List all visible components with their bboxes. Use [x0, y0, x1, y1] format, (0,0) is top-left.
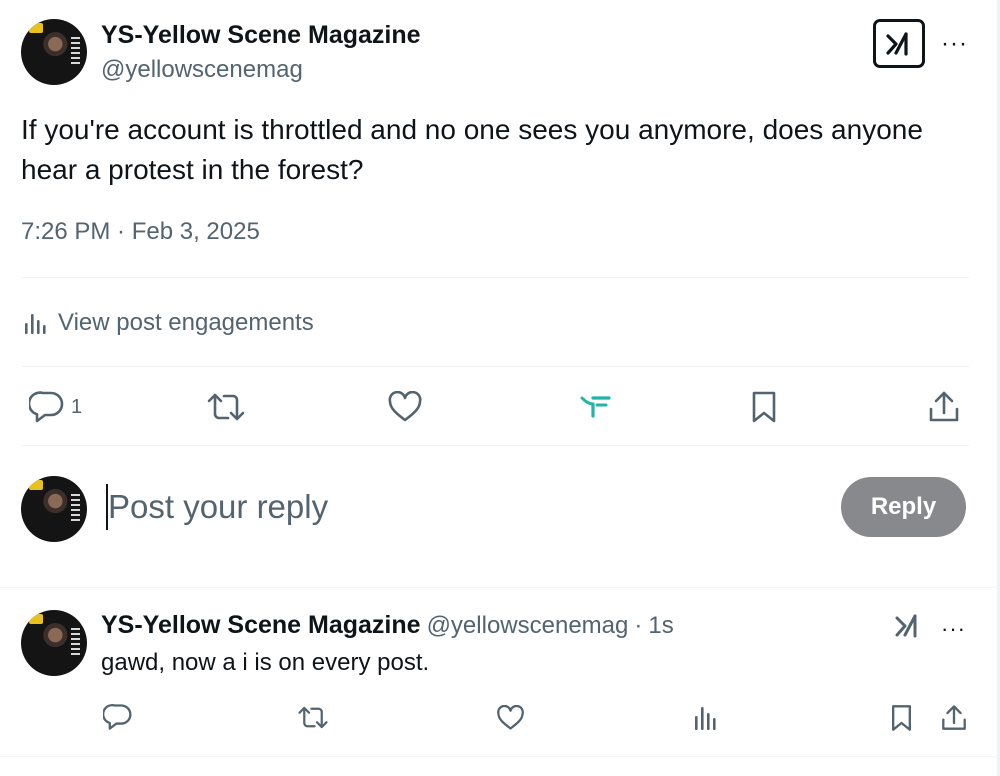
reply-repost-button[interactable] — [297, 704, 329, 731]
grok-alt-button[interactable] — [580, 394, 612, 418]
reply-icon — [29, 391, 64, 423]
bookmark-icon — [752, 391, 776, 423]
reply-header: YS-Yellow Scene Magazine @yellowscenemag… — [101, 611, 674, 640]
reply-author-name[interactable]: YS-Yellow Scene Magazine — [101, 611, 421, 640]
reply-input[interactable] — [106, 484, 666, 530]
share-icon — [942, 705, 966, 730]
more-options-icon[interactable]: ··· — [941, 32, 968, 56]
reply-button[interactable]: 1 — [29, 390, 82, 424]
like-button[interactable] — [387, 391, 423, 423]
like-icon — [497, 705, 524, 730]
reply-analytics-button[interactable] — [693, 704, 719, 732]
reply-text: gawd, now a i is on every post. — [101, 649, 430, 676]
analytics-icon — [695, 707, 716, 730]
reply-submit-button[interactable]: Reply — [841, 477, 966, 537]
divider — [21, 445, 969, 446]
composer-avatar[interactable] — [21, 476, 87, 542]
analytics-icon — [25, 314, 46, 334]
repost-icon — [207, 393, 245, 421]
bookmark-button[interactable] — [749, 389, 779, 425]
divider — [21, 366, 969, 367]
divider — [0, 587, 997, 588]
reply-timestamp[interactable]: 1s — [648, 612, 673, 640]
grok-glyph-icon — [886, 31, 908, 56]
bookmark-icon — [892, 705, 911, 731]
repost-icon — [298, 706, 328, 729]
reply-share-button[interactable] — [940, 703, 968, 733]
repost-button[interactable] — [206, 390, 246, 424]
view-engagements-link[interactable]: View post engagements — [22, 306, 314, 340]
reply-bookmark-button[interactable] — [889, 703, 914, 733]
grok-icon — [895, 614, 917, 638]
reply-grok-button[interactable] — [894, 612, 924, 640]
reply-reply-button[interactable] — [103, 703, 133, 731]
author-name[interactable]: YS-Yellow Scene Magazine — [101, 21, 421, 50]
divider — [0, 756, 997, 757]
reply-count: 1 — [71, 395, 83, 418]
like-icon — [388, 391, 422, 422]
post-detail-view: YS-Yellow Scene Magazine @yellowscenemag… — [0, 0, 1000, 776]
reply-icon — [103, 703, 132, 730]
reply-like-button[interactable] — [496, 705, 525, 731]
reply-author-handle[interactable]: @yellowscenemag — [427, 612, 629, 640]
post-timestamp[interactable]: 7:26 PM · Feb 3, 2025 — [21, 218, 260, 246]
post-text: If you're account is throttled and no on… — [21, 114, 923, 185]
divider — [21, 277, 969, 278]
reply-more-options-icon[interactable]: ··· — [941, 618, 966, 640]
reply-author-avatar[interactable] — [21, 610, 87, 676]
share-icon — [929, 391, 959, 422]
grok-alt-icon — [580, 396, 611, 418]
reply-separator: · — [634, 612, 643, 639]
share-button[interactable] — [927, 389, 961, 425]
author-handle[interactable]: @yellowscenemag — [101, 56, 303, 84]
view-engagements-label: View post engagements — [58, 309, 314, 336]
author-avatar[interactable] — [21, 19, 87, 85]
grok-icon[interactable] — [873, 19, 925, 68]
